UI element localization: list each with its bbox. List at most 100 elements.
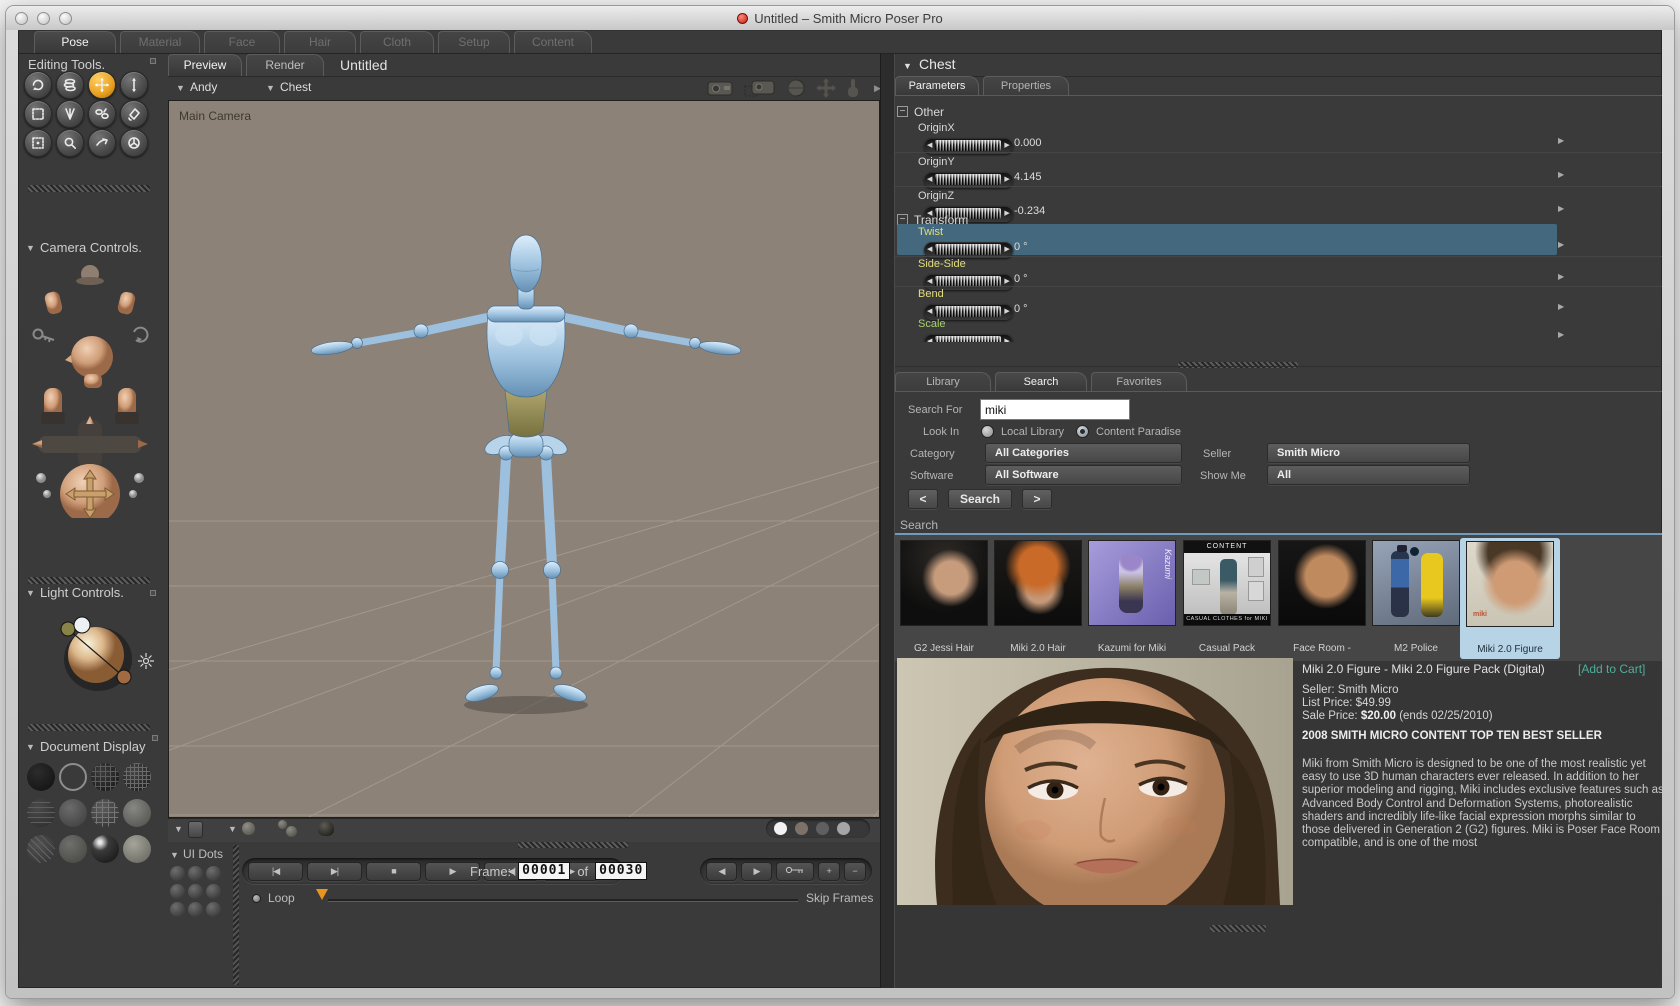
tab-content[interactable]: Content bbox=[514, 31, 592, 53]
tool-grouping-icon[interactable] bbox=[88, 129, 116, 157]
param-dial-scale[interactable]: ◀ ▶ bbox=[924, 330, 1013, 342]
camera-controls-collapse-icon[interactable]: ▼ bbox=[26, 243, 35, 253]
detail-pane-handle[interactable] bbox=[1210, 925, 1266, 932]
tool-color-icon[interactable] bbox=[120, 100, 148, 128]
tool-rotate-icon[interactable] bbox=[24, 71, 52, 99]
radio-content-paradise[interactable] bbox=[1076, 425, 1089, 438]
tab-search[interactable]: Search bbox=[995, 372, 1087, 392]
panel-divider[interactable] bbox=[233, 845, 239, 985]
stop-button[interactable]: ■ bbox=[366, 861, 421, 881]
light-controls-collapse-icon[interactable]: ▼ bbox=[26, 588, 35, 598]
next-page-button[interactable]: > bbox=[1022, 489, 1052, 509]
multi-ball-icon[interactable] bbox=[286, 826, 297, 837]
tracking-menu-icon[interactable]: ▼ bbox=[228, 824, 237, 834]
tab-parameters[interactable]: Parameters bbox=[895, 76, 979, 96]
tab-pose[interactable]: Pose bbox=[34, 31, 116, 53]
display-style-hidden-line[interactable] bbox=[123, 763, 151, 791]
display-dot[interactable] bbox=[795, 822, 808, 835]
param-value[interactable]: 0 ° bbox=[1014, 241, 1028, 253]
param-menu-arrow-icon[interactable]: ▶ bbox=[1558, 240, 1564, 249]
tool-translate-icon[interactable] bbox=[88, 71, 116, 99]
camera-name-label[interactable]: Main Camera bbox=[179, 109, 251, 123]
result-thumb-casual-pack[interactable]: CONTENT CASUAL CLOTHES for MIKI bbox=[1183, 540, 1271, 626]
software-dropdown[interactable]: All Software bbox=[985, 465, 1182, 485]
actor-selector[interactable]: Chest bbox=[280, 80, 311, 94]
radio-local-library-label[interactable]: Local Library bbox=[1001, 426, 1064, 438]
next-key-button[interactable]: ▶ bbox=[740, 861, 772, 881]
display-style-outline[interactable] bbox=[59, 763, 87, 791]
multi-ball-icon[interactable] bbox=[278, 820, 287, 829]
edit-keyframes-button[interactable] bbox=[775, 861, 815, 881]
param-menu-arrow-icon[interactable]: ▶ bbox=[1558, 302, 1564, 311]
result-thumb-m2-police[interactable] bbox=[1372, 540, 1460, 626]
display-style-smooth-lined[interactable] bbox=[27, 835, 55, 863]
display-style-lit-wireframe[interactable] bbox=[27, 799, 55, 827]
add-key-button[interactable]: + bbox=[818, 861, 841, 881]
camera-controls-widget[interactable] bbox=[26, 260, 154, 518]
radio-local-library[interactable] bbox=[981, 425, 994, 438]
param-menu-arrow-icon[interactable]: ▶ bbox=[1558, 204, 1564, 213]
tab-favorites[interactable]: Favorites bbox=[1091, 372, 1187, 392]
loop-toggle[interactable] bbox=[252, 894, 261, 903]
move-cross-icon[interactable] bbox=[816, 78, 836, 98]
display-dot-active[interactable] bbox=[774, 822, 787, 835]
add-to-cart-link[interactable]: [Add to Cart] bbox=[1578, 662, 1645, 676]
display-dot[interactable] bbox=[816, 822, 829, 835]
tab-library[interactable]: Library bbox=[895, 372, 991, 392]
param-menu-arrow-icon[interactable]: ▶ bbox=[1558, 170, 1564, 179]
document-display-collapse-icon[interactable]: ▼ bbox=[26, 742, 35, 752]
total-frames-field[interactable]: 00030 bbox=[595, 862, 648, 880]
display-dot[interactable] bbox=[837, 822, 850, 835]
prev-page-button[interactable]: < bbox=[908, 489, 938, 509]
shadow-ball-icon[interactable] bbox=[318, 821, 334, 836]
tool-zoom-icon[interactable] bbox=[56, 129, 84, 157]
tool-view-magnifier-icon[interactable] bbox=[120, 129, 148, 157]
param-value[interactable]: 4.145 bbox=[1014, 171, 1042, 183]
seller-dropdown[interactable]: Smith Micro bbox=[1267, 443, 1470, 463]
prev-key-button[interactable]: ◀ bbox=[706, 861, 737, 881]
result-thumb-miki-2-hair[interactable] bbox=[994, 540, 1082, 626]
finger-pose-icon[interactable] bbox=[846, 77, 860, 99]
depth-cue-menu-icon[interactable]: ▼ bbox=[174, 824, 183, 834]
tab-hair[interactable]: Hair bbox=[284, 31, 356, 53]
camera-dolly-icon[interactable] bbox=[744, 78, 776, 98]
panel-corner-icon[interactable] bbox=[150, 590, 156, 596]
param-value[interactable]: 0.000 bbox=[1014, 137, 1042, 149]
timeline-splitter[interactable] bbox=[518, 842, 628, 848]
ui-dots-collapse-icon[interactable]: ▼ bbox=[170, 850, 179, 860]
param-dial-twist[interactable]: ◀ ▶ bbox=[924, 238, 1013, 258]
title-bar[interactable]: Untitled – Smith Micro Poser Pro bbox=[6, 6, 1674, 30]
display-style-wireframe[interactable] bbox=[91, 763, 119, 791]
tool-scale-icon[interactable] bbox=[24, 100, 52, 128]
group-other-collapse[interactable]: − bbox=[897, 106, 908, 117]
viewport-3d[interactable]: Main Camera bbox=[168, 100, 880, 818]
result-thumb-face-room[interactable] bbox=[1278, 540, 1366, 626]
sidebar-splitter[interactable] bbox=[28, 185, 150, 192]
param-menu-arrow-icon[interactable]: ▶ bbox=[1558, 272, 1564, 281]
display-style-flat-shaded[interactable] bbox=[59, 799, 87, 827]
tab-face[interactable]: Face bbox=[204, 31, 280, 53]
result-thumb-kazumi[interactable]: Kazumi bbox=[1088, 540, 1176, 626]
timeline-marker[interactable] bbox=[316, 889, 328, 900]
tab-cloth[interactable]: Cloth bbox=[360, 31, 434, 53]
current-frame-field[interactable]: 00001 bbox=[518, 862, 571, 880]
tracking-square-icon[interactable] bbox=[188, 821, 203, 838]
timeline-track[interactable] bbox=[328, 899, 798, 901]
show-me-dropdown[interactable]: All bbox=[1267, 465, 1470, 485]
param-menu-arrow-icon[interactable]: ▶ bbox=[1558, 330, 1564, 339]
tab-preview[interactable]: Preview bbox=[168, 54, 242, 76]
ui-dots-grid[interactable] bbox=[170, 866, 228, 924]
param-dial-originy[interactable]: ◀ ▶ bbox=[924, 168, 1013, 188]
last-frame-button[interactable]: ▶| bbox=[307, 861, 362, 881]
tab-material[interactable]: Material bbox=[120, 31, 200, 53]
category-dropdown[interactable]: All Categories bbox=[985, 443, 1182, 463]
display-style-cartoon[interactable] bbox=[123, 799, 151, 827]
display-style-flat-lined[interactable] bbox=[91, 799, 119, 827]
param-value[interactable]: 0 ° bbox=[1014, 273, 1028, 285]
tab-properties[interactable]: Properties bbox=[983, 76, 1069, 96]
trackball-icon[interactable] bbox=[786, 78, 806, 98]
radio-content-paradise-label[interactable]: Content Paradise bbox=[1096, 426, 1181, 438]
panel-splitter[interactable] bbox=[1178, 362, 1298, 368]
param-dial-originx[interactable]: ◀ ▶ bbox=[924, 134, 1013, 154]
delete-key-button[interactable]: − bbox=[844, 861, 866, 881]
